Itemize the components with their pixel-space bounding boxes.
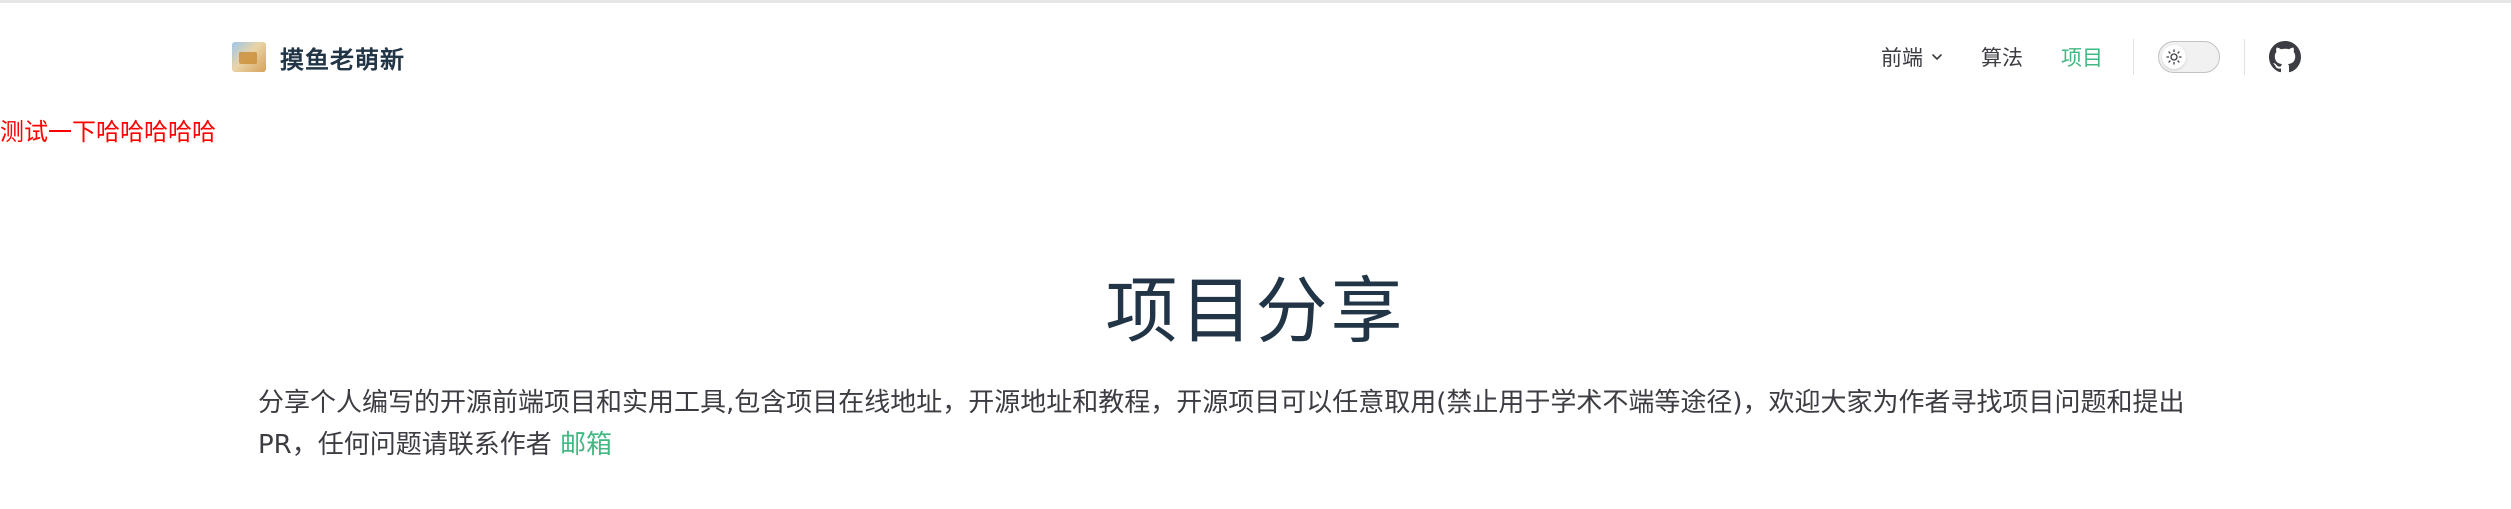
test-banner-text: 测试一下哈哈哈哈哈: [0, 118, 216, 146]
nav-item-label: 前端: [1881, 46, 1923, 70]
nav-divider: [2244, 39, 2245, 75]
nav-item-label: 项目: [2061, 46, 2103, 70]
site-logo: [232, 42, 266, 72]
sun-icon: [2166, 49, 2182, 65]
description-line-1: 分享个人编写的开源前端项目和实用工具,包含项目在线地址，开源地址和教程，开源项目…: [258, 388, 2185, 418]
page-title: 项目分享: [1105, 269, 1406, 353]
nav-item-algorithm[interactable]: 算法: [1981, 42, 2023, 72]
theme-toggle[interactable]: [2158, 41, 2220, 73]
navbar: 摸鱼老萌新 前端 算法 项目: [0, 3, 2511, 111]
github-icon[interactable]: [2269, 41, 2301, 73]
page-description: 分享个人编写的开源前端项目和实用工具,包含项目在线地址，开源地址和教程，开源项目…: [258, 382, 2268, 466]
email-link[interactable]: 邮箱: [560, 430, 612, 460]
nav-item-projects[interactable]: 项目: [2061, 42, 2103, 72]
main-nav: 前端 算法 项目: [1843, 33, 2301, 81]
brand-name: 摸鱼老萌新: [280, 45, 405, 74]
chevron-down-icon: [1932, 54, 1942, 60]
nav-item-label: 算法: [1981, 46, 2023, 70]
nav-item-frontend[interactable]: 前端: [1881, 42, 1943, 72]
description-line-2: PR，任何问题请联系作者: [258, 430, 561, 460]
theme-toggle-knob: [2162, 45, 2186, 69]
nav-divider: [2133, 39, 2134, 75]
brand-link[interactable]: 摸鱼老萌新: [232, 39, 405, 75]
